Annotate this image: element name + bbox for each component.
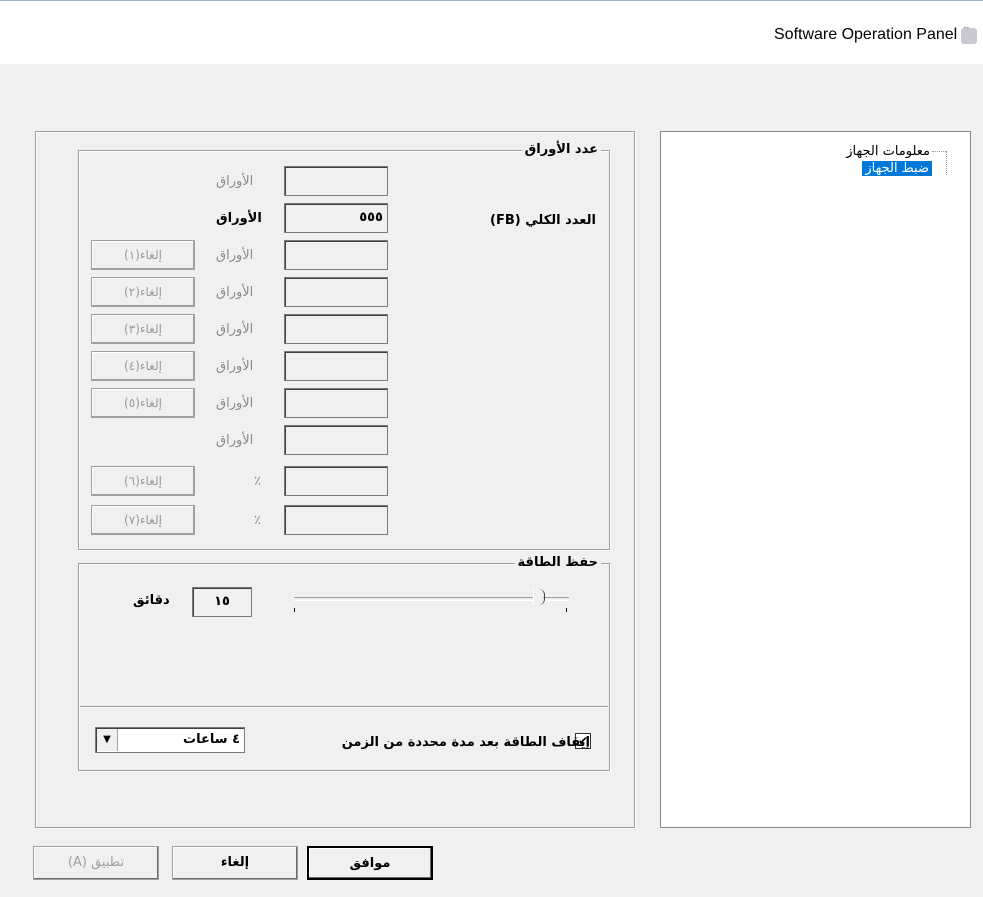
total-count-label: العدد الكلي (FB) bbox=[490, 213, 596, 228]
clear-button-4[interactable]: إلغاء(٤) bbox=[91, 351, 195, 381]
minutes-label: دقائق bbox=[133, 593, 170, 608]
clear-button-6[interactable]: إلغاء(٦) bbox=[91, 466, 195, 496]
dropdown-arrow-icon[interactable]: ▼ bbox=[97, 729, 118, 751]
power-save-slider-track-end[interactable] bbox=[543, 597, 569, 601]
tree-connector bbox=[932, 151, 946, 152]
device-tree[interactable]: معلومات الجهاز ضبط الجهاز bbox=[660, 131, 971, 828]
count-field-total: ٥٥٥ bbox=[284, 203, 388, 233]
tree-connector bbox=[946, 151, 947, 175]
count-field bbox=[284, 425, 388, 455]
power-save-slider-thumb[interactable] bbox=[533, 589, 545, 605]
count-unit: الأوراق bbox=[216, 433, 254, 448]
slider-tick-max bbox=[566, 608, 567, 612]
count-field bbox=[284, 277, 388, 307]
count-unit: ٪ bbox=[254, 513, 261, 528]
auto-power-off-label[interactable]: إيقاف الطاقة بعد مدة محددة من الزمن bbox=[342, 735, 590, 750]
slider-tick-min bbox=[294, 608, 295, 612]
minutes-value-field: ١٥ bbox=[192, 587, 252, 617]
clear-button-3[interactable]: إلغاء(٣) bbox=[91, 314, 195, 344]
clear-button-7[interactable]: إلغاء(٧) bbox=[91, 505, 195, 535]
count-unit: الأوراق bbox=[216, 174, 254, 189]
ok-button[interactable]: موافق bbox=[307, 846, 433, 880]
redacted-model-name bbox=[961, 28, 977, 44]
cancel-button[interactable]: إلغاء bbox=[172, 846, 298, 880]
count-unit: الأوراق bbox=[216, 322, 254, 337]
power-save-group-title: حفظ الطاقة bbox=[514, 555, 601, 570]
count-field bbox=[284, 351, 388, 381]
count-unit: ٪ bbox=[254, 474, 261, 489]
count-unit: الأوراق bbox=[216, 396, 254, 411]
apply-button[interactable]: تطبيق (A) bbox=[33, 846, 159, 880]
window-title: Software Operation Panel fi- bbox=[774, 26, 975, 43]
power-off-time-value: ٤ ساعات bbox=[183, 732, 240, 747]
clear-button-2[interactable]: إلغاء(٢) bbox=[91, 277, 195, 307]
count-unit: الأوراق bbox=[216, 211, 262, 226]
count-unit: الأوراق bbox=[216, 359, 254, 374]
power-off-time-select[interactable]: ٤ ساعات ▼ bbox=[95, 727, 245, 753]
tree-item-device-settings[interactable]: ضبط الجهاز bbox=[862, 161, 932, 176]
clear-button-1[interactable]: إلغاء(١) bbox=[91, 240, 195, 270]
count-field bbox=[284, 166, 388, 196]
tree-item-device-info[interactable]: معلومات الجهاز bbox=[846, 144, 930, 159]
count-unit: الأوراق bbox=[216, 285, 254, 300]
power-save-slider-track[interactable] bbox=[294, 597, 534, 601]
group-separator bbox=[80, 706, 608, 708]
count-field bbox=[284, 505, 388, 535]
count-field bbox=[284, 240, 388, 270]
clear-button-5[interactable]: إلغاء(٥) bbox=[91, 388, 195, 418]
count-field bbox=[284, 466, 388, 496]
page-count-group-title: عدد الأوراق bbox=[521, 142, 601, 157]
count-unit: الأوراق bbox=[216, 248, 254, 263]
count-field bbox=[284, 314, 388, 344]
count-field bbox=[284, 388, 388, 418]
